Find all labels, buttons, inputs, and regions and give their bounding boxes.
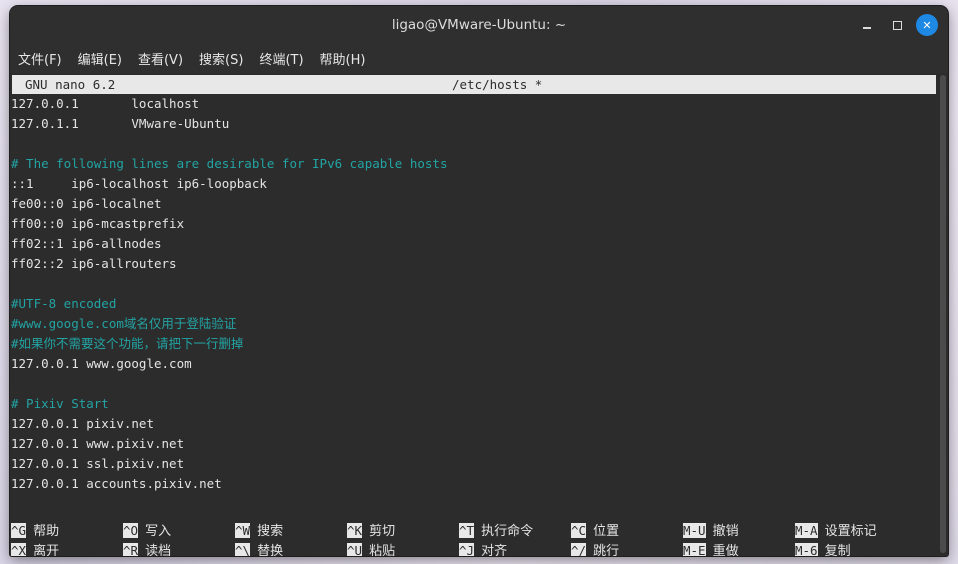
menu-search[interactable]: 搜索(S) bbox=[195, 49, 247, 68]
shortcut-label: 执行命令 bbox=[481, 524, 534, 539]
editor-line[interactable] bbox=[11, 274, 935, 294]
comment-line[interactable]: #如果你不需要这个功能，请把下一行删掉 bbox=[11, 334, 935, 354]
nano-header: GNU nano 6.2 /etc/hosts * bbox=[12, 75, 936, 94]
shortcut-label: 重做 bbox=[712, 544, 739, 556]
maximize-icon[interactable] bbox=[886, 14, 908, 36]
editor-line[interactable]: 127.0.0.1 pixiv.net bbox=[11, 414, 935, 434]
shortcut-item: ^X 离开 bbox=[11, 541, 59, 556]
shortcut-label: 对齐 bbox=[481, 544, 508, 556]
comment-line[interactable]: #www.google.com域名仅用于登陆验证 bbox=[11, 314, 935, 334]
shortcut-item: ^U 粘贴 bbox=[347, 541, 395, 556]
editor-line[interactable]: 127.0.0.1 ssl.pixiv.net bbox=[11, 454, 935, 474]
shortcut-label: 搜索 bbox=[257, 524, 284, 539]
editor-line[interactable]: ::1 ip6-localhost ip6-loopback bbox=[11, 174, 935, 194]
shortcut-key: ^X bbox=[11, 543, 27, 556]
menu-terminal[interactable]: 终端(T) bbox=[255, 49, 307, 68]
shortcut-item: ^R 读档 bbox=[123, 541, 171, 556]
shortcut-key: M-E bbox=[683, 543, 706, 556]
editor-line[interactable]: ff02::1 ip6-allnodes bbox=[11, 234, 935, 254]
title-bar[interactable]: ligao@VMware-Ubuntu: ~ bbox=[10, 6, 948, 44]
shortcut-row: ^G 帮助 ^O 写入 ^W 搜索 ^K 剪切 ^T 执行命令 ^C 位置 M-U 撤销 M-A 设置标记 bbox=[11, 521, 935, 541]
nano-filename: /etc/hosts * bbox=[452, 77, 543, 92]
shortcut-key: ^T bbox=[459, 523, 475, 538]
close-icon[interactable] bbox=[916, 14, 938, 36]
window-title: ligao@VMware-Ubuntu: ~ bbox=[391, 17, 567, 33]
shortcut-item: ^/ 跳行 bbox=[571, 541, 619, 556]
shortcut-label: 复制 bbox=[824, 544, 851, 556]
shortcut-key: M-U bbox=[683, 523, 706, 538]
shortcut-key: ^R bbox=[123, 543, 139, 556]
scrollbar-thumb[interactable] bbox=[940, 75, 946, 553]
shortcut-item: ^\ 替换 bbox=[235, 541, 283, 556]
terminal-window: ligao@VMware-Ubuntu: ~ 文件(F) 编辑(E) 查看(V)… bbox=[10, 6, 948, 556]
shortcut-key: ^K bbox=[347, 523, 363, 538]
shortcut-key: M-6 bbox=[795, 543, 818, 556]
shortcut-label: 粘贴 bbox=[369, 544, 396, 556]
shortcut-label: 帮助 bbox=[33, 524, 60, 539]
shortcut-key: ^U bbox=[347, 543, 363, 556]
shortcut-item: M-6 复制 bbox=[795, 541, 851, 556]
menu-view[interactable]: 查看(V) bbox=[134, 49, 187, 68]
shortcut-item: M-E 重做 bbox=[683, 541, 739, 556]
editor-line[interactable]: 127.0.0.1 localhost bbox=[11, 94, 935, 114]
shortcut-key: ^/ bbox=[571, 543, 587, 556]
comment-line[interactable]: #UTF-8 encoded bbox=[11, 294, 935, 314]
shortcut-item: ^T 执行命令 bbox=[459, 521, 533, 542]
shortcut-label: 位置 bbox=[593, 524, 620, 539]
shortcut-key: ^W bbox=[235, 523, 251, 538]
menu-edit[interactable]: 编辑(E) bbox=[74, 49, 126, 68]
shortcut-item: M-A 设置标记 bbox=[795, 521, 877, 542]
nano-version: GNU nano 6.2 bbox=[25, 77, 116, 92]
shortcut-key: M-A bbox=[795, 523, 818, 538]
shortcut-label: 撤销 bbox=[712, 524, 739, 539]
comment-line[interactable]: # The following lines are desirable for … bbox=[11, 154, 935, 174]
editor-line[interactable] bbox=[11, 134, 935, 154]
shortcut-key: ^O bbox=[123, 523, 139, 538]
shortcut-key: ^G bbox=[11, 523, 27, 538]
shortcut-item: ^J 对齐 bbox=[459, 541, 507, 556]
shortcut-row: ^X 离开 ^R 读档 ^\ 替换 ^U 粘贴 ^J 对齐 ^/ 跳行 M-E 重做 M-6 复制 bbox=[11, 541, 935, 556]
terminal-area[interactable]: GNU nano 6.2 /etc/hosts * 127.0.0.1 loca… bbox=[10, 73, 948, 556]
scrollbar[interactable] bbox=[938, 75, 946, 553]
shortcut-key: ^J bbox=[459, 543, 475, 556]
shortcut-item: ^W 搜索 bbox=[235, 521, 283, 542]
editor-buffer[interactable]: 127.0.0.1 localhost 127.0.1.1 VMware-Ubun… bbox=[11, 94, 935, 494]
editor-line[interactable]: fe00::0 ip6-localnet bbox=[11, 194, 935, 214]
shortcut-key: ^C bbox=[571, 523, 587, 538]
shortcut-item: ^G 帮助 bbox=[11, 521, 59, 542]
shortcut-label: 剪切 bbox=[369, 524, 396, 539]
shortcut-key: ^\ bbox=[235, 543, 251, 556]
shortcut-item: ^K 剪切 bbox=[347, 521, 395, 542]
menu-help[interactable]: 帮助(H) bbox=[316, 49, 370, 68]
minimize-icon[interactable] bbox=[856, 14, 878, 36]
editor-line[interactable]: ff00::0 ip6-mcastprefix bbox=[11, 214, 935, 234]
editor-line[interactable]: 127.0.0.1 www.pixiv.net bbox=[11, 434, 935, 454]
menu-bar: 文件(F) 编辑(E) 查看(V) 搜索(S) 终端(T) 帮助(H) bbox=[10, 44, 948, 73]
menu-file[interactable]: 文件(F) bbox=[14, 49, 66, 68]
shortcut-bar: ^G 帮助 ^O 写入 ^W 搜索 ^K 剪切 ^T 执行命令 ^C 位置 M-U 撤销 M-A 设置标记 ^… bbox=[11, 521, 935, 556]
editor-line[interactable]: 127.0.0.1 www.google.com bbox=[11, 354, 935, 374]
shortcut-label: 跳行 bbox=[593, 544, 620, 556]
shortcut-item: ^O 写入 bbox=[123, 521, 171, 542]
editor-line[interactable]: 127.0.1.1 VMware-Ubuntu bbox=[11, 114, 935, 134]
shortcut-label: 替换 bbox=[257, 544, 284, 556]
shortcut-item: ^C 位置 bbox=[571, 521, 619, 542]
editor-line[interactable] bbox=[11, 374, 935, 394]
comment-line[interactable]: # Pixiv Start bbox=[11, 394, 935, 414]
shortcut-label: 离开 bbox=[33, 544, 60, 556]
shortcut-label: 设置标记 bbox=[824, 524, 877, 539]
shortcut-label: 写入 bbox=[145, 524, 172, 539]
shortcut-label: 读档 bbox=[145, 544, 172, 556]
editor-line[interactable]: 127.0.0.1 accounts.pixiv.net bbox=[11, 474, 935, 494]
window-controls bbox=[856, 14, 938, 36]
shortcut-item: M-U 撤销 bbox=[683, 521, 739, 542]
editor-line[interactable]: ff02::2 ip6-allrouters bbox=[11, 254, 935, 274]
